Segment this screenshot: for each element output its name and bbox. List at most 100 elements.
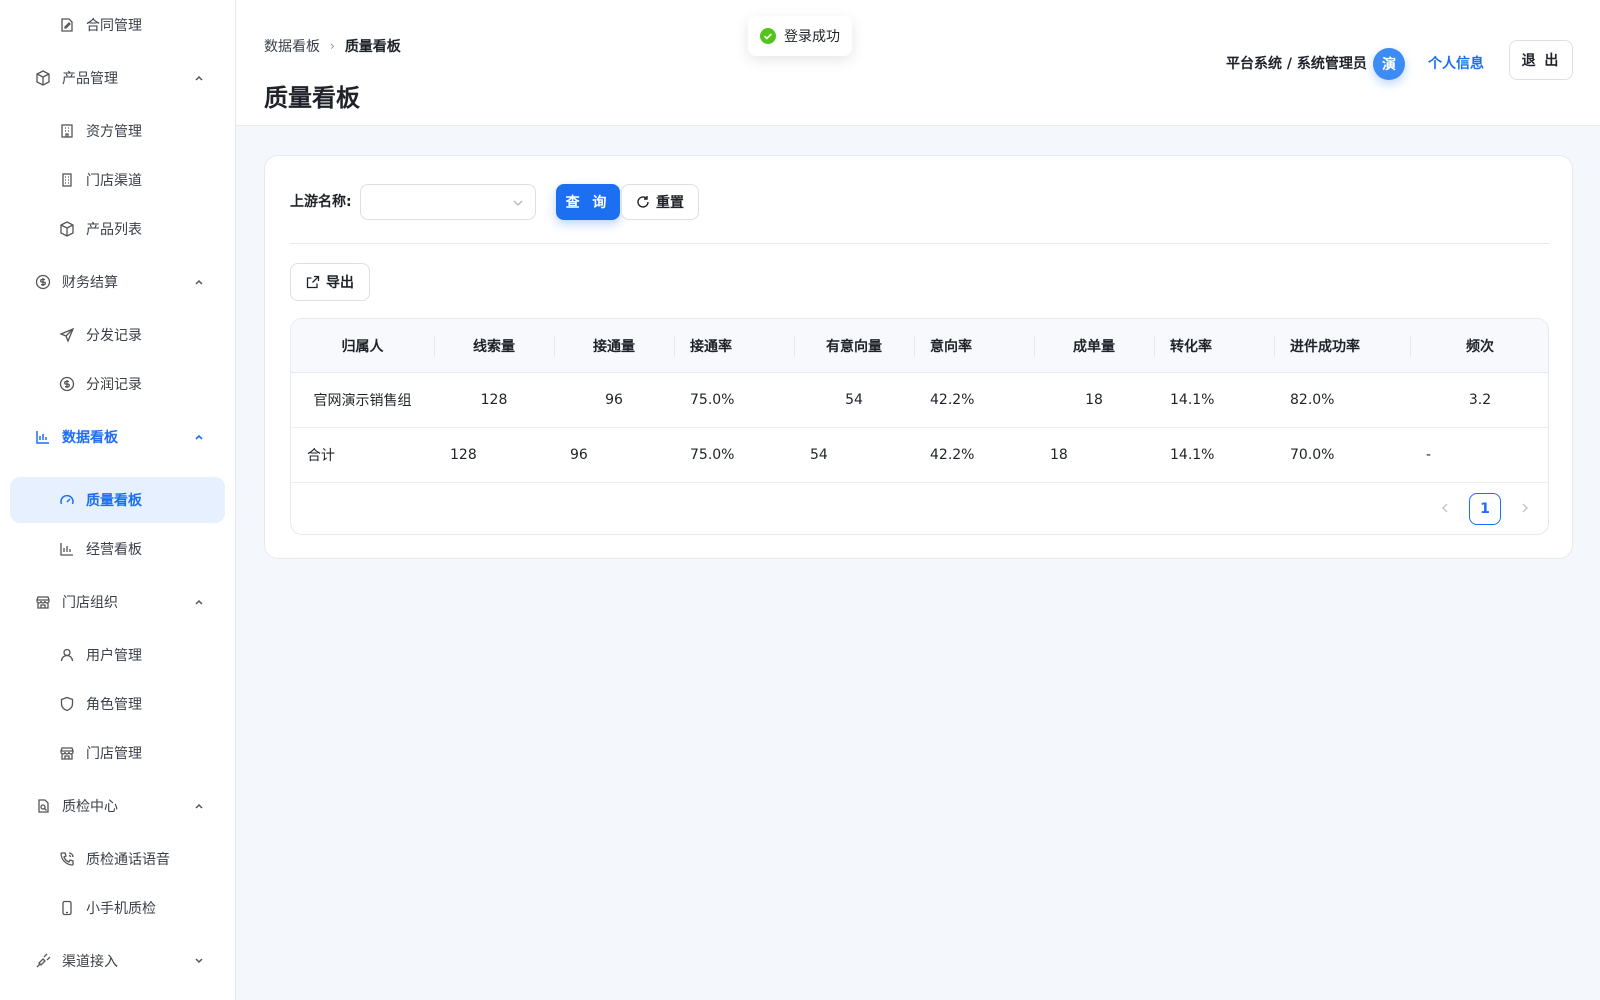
- breadcrumb-separator-icon: ›: [330, 39, 335, 53]
- cell-summary-intent: 54: [810, 447, 828, 463]
- cube-icon: [34, 69, 52, 87]
- cell-summary-intent-rate: 42.2%: [930, 447, 975, 463]
- column-divider: [1274, 335, 1275, 357]
- sidebar-item-quality-board[interactable]: 质量看板: [58, 488, 218, 512]
- sidebar-item-role-mgmt[interactable]: 角色管理: [58, 692, 218, 716]
- cell-summary-label: 合计: [307, 448, 335, 464]
- cell-summary-frequency: -: [1426, 447, 1432, 463]
- table-summary-row: 合计 128 96 75.0% 54 42.2% 18 14.1% 70.0% …: [291, 428, 1548, 483]
- sidebar-group-label: 门店组织: [62, 595, 118, 611]
- column-divider: [794, 335, 795, 357]
- pagination: 1: [1428, 484, 1548, 534]
- column-header-deals: 成单量: [1073, 338, 1115, 355]
- chevron-up-icon: [195, 75, 203, 81]
- sidebar-item-qc-call-audio[interactable]: 质检通话语音: [58, 847, 218, 871]
- top-header: 数据看板 › 质量看板 质量看板 平台系统 / 系统管理员 演 个人信息 退 出: [236, 0, 1600, 126]
- store-icon: [34, 593, 52, 611]
- cell-deals: 18: [1085, 392, 1103, 408]
- sidebar-item-store-channel[interactable]: 门店渠道: [58, 168, 218, 192]
- sidebar-item-product-list[interactable]: 产品列表: [58, 217, 218, 241]
- query-button[interactable]: 查 询: [556, 184, 620, 220]
- sidebar-item-label: 角色管理: [86, 697, 142, 713]
- chevron-down-icon: [513, 200, 523, 206]
- breadcrumb: 数据看板 › 质量看板: [264, 36, 401, 56]
- sidebar-item-label: 门店管理: [86, 746, 142, 762]
- sidebar-item-distribution[interactable]: 分发记录: [58, 323, 218, 347]
- column-divider: [1410, 335, 1411, 357]
- cell-summary-connected: 96: [570, 447, 588, 463]
- reset-button[interactable]: 重置: [621, 184, 699, 220]
- cell-intent-rate: 42.2%: [930, 392, 975, 408]
- column-header-connected: 接通量: [593, 338, 635, 355]
- page-number-current[interactable]: 1: [1469, 493, 1501, 525]
- bar-chart-icon: [34, 428, 52, 446]
- cell-summary-submit-success-rate: 70.0%: [1290, 447, 1335, 463]
- sidebar-group-store-org[interactable]: 门店组织: [34, 590, 214, 614]
- user-role: 平台系统 / 系统管理员: [1226, 56, 1367, 72]
- building-grid-icon: [58, 171, 76, 189]
- cell-submit-success-rate: 82.0%: [1290, 392, 1335, 408]
- sidebar-item-contract[interactable]: 合同管理: [58, 13, 218, 37]
- cell-summary-connect-rate: 75.0%: [690, 447, 735, 463]
- quality-board-card: 上游名称: 查 询 重置 导出 归属人 线索量 接通量 接通率 有意向量 意向率…: [264, 155, 1573, 559]
- external-link-icon: [306, 275, 320, 289]
- cell-leads: 128: [480, 392, 508, 408]
- store-icon: [58, 744, 76, 762]
- export-button[interactable]: 导出: [290, 263, 370, 301]
- logout-button[interactable]: 退 出: [1509, 40, 1573, 80]
- chevron-left-icon[interactable]: [1439, 502, 1451, 514]
- sidebar-item-profit-share[interactable]: 分润记录: [58, 372, 218, 396]
- cell-conversion-rate: 14.1%: [1170, 392, 1215, 408]
- sidebar-group-label: 渠道接入: [62, 954, 118, 970]
- sidebar-group-finance[interactable]: 财务结算: [34, 270, 214, 294]
- sidebar-item-label: 质量看板: [86, 493, 142, 509]
- cell-intent: 54: [845, 392, 863, 408]
- column-divider: [434, 335, 435, 357]
- divider: [290, 243, 1549, 244]
- file-search-icon: [34, 797, 52, 815]
- user-icon: [58, 646, 76, 664]
- sidebar-item-operation-board[interactable]: 经营看板: [58, 537, 218, 561]
- column-divider: [554, 335, 555, 357]
- cube-icon: [58, 220, 76, 238]
- sidebar-group-dashboard[interactable]: 数据看板: [34, 425, 214, 449]
- chevron-up-icon: [195, 803, 203, 809]
- avatar[interactable]: 演: [1373, 48, 1405, 80]
- chevron-up-icon: [195, 599, 203, 605]
- sidebar-group-channel-access[interactable]: 渠道接入: [34, 949, 214, 973]
- sidebar-item-mobile-qc[interactable]: 小手机质检: [58, 896, 218, 920]
- cell-summary-leads: 128: [450, 447, 477, 463]
- column-header-frequency: 频次: [1466, 338, 1494, 355]
- sidebar-item-label: 分发记录: [86, 328, 142, 344]
- sidebar-group-qc-center[interactable]: 质检中心: [34, 794, 214, 818]
- sidebar-item-store-mgmt[interactable]: 门店管理: [58, 741, 218, 765]
- upstream-select[interactable]: [360, 184, 536, 220]
- cell-owner: 官网演示销售组: [313, 393, 412, 409]
- chevron-right-icon[interactable]: [1519, 502, 1531, 514]
- column-header-owner: 归属人: [341, 338, 384, 355]
- toast-message: 登录成功: [784, 29, 840, 45]
- sidebar-item-label: 资方管理: [86, 124, 142, 140]
- sidebar-item-label: 经营看板: [86, 542, 142, 558]
- cell-frequency: 3.2: [1468, 392, 1492, 408]
- dollar-circle-icon: [34, 273, 52, 291]
- column-header-submit-success-rate: 进件成功率: [1290, 338, 1360, 355]
- column-header-leads: 线索量: [473, 338, 515, 355]
- reload-icon: [637, 196, 649, 208]
- sidebar-item-label: 质检通话语音: [86, 852, 170, 868]
- sidebar-item-user-mgmt[interactable]: 用户管理: [58, 643, 218, 667]
- sidebar-item-label: 合同管理: [86, 18, 142, 34]
- sidebar-item-funder[interactable]: 资方管理: [58, 119, 218, 143]
- table-row[interactable]: 官网演示销售组 128 96 75.0% 54 42.2% 18 14.1% 8…: [291, 373, 1548, 428]
- breadcrumb-item[interactable]: 数据看板: [264, 36, 320, 56]
- building-icon: [58, 122, 76, 140]
- profile-link[interactable]: 个人信息: [1428, 53, 1484, 73]
- table-header: 归属人 线索量 接通量 接通率 有意向量 意向率 成单量 转化率 进件成功率 频…: [291, 319, 1548, 373]
- edit-document-icon: [58, 16, 76, 34]
- chevron-down-icon: [195, 958, 203, 964]
- export-button-label: 导出: [326, 275, 354, 291]
- sidebar-group-product[interactable]: 产品管理: [34, 66, 214, 90]
- cell-summary-deals: 18: [1050, 447, 1068, 463]
- shield-icon: [58, 695, 76, 713]
- column-divider: [1154, 335, 1155, 357]
